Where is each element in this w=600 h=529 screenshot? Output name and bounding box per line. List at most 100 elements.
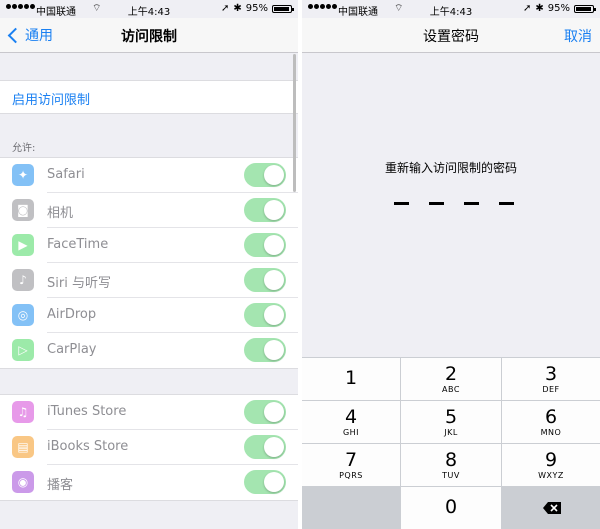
nav-bar: 通用 访问限制 (0, 18, 298, 53)
passcode-digit-slot (429, 202, 444, 205)
nav-bar: 设置密码 取消 (302, 18, 600, 53)
enable-restrictions-label: 启用访问限制 (12, 93, 91, 108)
passcode-entry-field[interactable] (394, 202, 514, 205)
app-row-label: Safari (47, 167, 85, 182)
bluetooth-icon: ✱ (535, 3, 544, 14)
battery-icon (574, 4, 596, 13)
itunes-icon: ♫ (12, 401, 34, 423)
allow-toggle[interactable] (244, 303, 286, 327)
key-letters: JKL (444, 428, 458, 437)
app-row-label: FaceTime (47, 237, 109, 252)
key-8[interactable]: 8 TUV (401, 444, 501, 486)
app-row: ▷ CarPlay (0, 333, 298, 368)
microphone-icon: ♪ (12, 269, 34, 291)
battery-percent: 95% (547, 3, 570, 14)
key-letters: WXYZ (538, 471, 564, 480)
key-digit: 9 (544, 449, 558, 471)
passcode-prompt: 重新输入访问限制的密码 (384, 161, 517, 175)
app-row: ◎ AirDrop (0, 298, 298, 333)
backspace-icon (543, 502, 561, 514)
allow-toggle[interactable] (244, 470, 286, 494)
app-row-label: Siri 与听写 (47, 276, 111, 291)
status-bar: 中国联通 ⌔ 上午4:43 ➚ ✱ 95% (0, 0, 298, 18)
blank-key (302, 487, 400, 529)
key-5[interactable]: 5 JKL (401, 401, 501, 443)
key-digit: 8 (444, 449, 458, 471)
key-letters: GHI (342, 428, 360, 437)
key-digit: 7 (344, 449, 358, 471)
app-row-label: 相机 (47, 206, 74, 221)
key-digit: 1 (344, 367, 358, 389)
key-7[interactable]: 7 PQRS (302, 444, 400, 486)
passcode-digit-slot (499, 202, 514, 205)
key-letters: MNO (540, 428, 562, 437)
app-row: ◙ 相机 (0, 193, 298, 228)
toggle-knob (264, 340, 284, 360)
delete-button[interactable] (502, 487, 600, 529)
key-3[interactable]: 3 DEF (502, 358, 600, 400)
set-passcode-screen: 中国联通 ⌔ 上午4:43 ➚ ✱ 95% 设置密码 取消 重新输入访问限制的密… (302, 0, 600, 529)
passcode-digit-slot (394, 202, 409, 205)
allow-section-label: 允许: (12, 143, 36, 154)
app-row-label: iTunes Store (47, 404, 127, 419)
app-row-label: AirDrop (47, 307, 97, 322)
allow-toggle[interactable] (244, 435, 286, 459)
key-6[interactable]: 6 MNO (502, 401, 600, 443)
status-bar: 中国联通 ⌔ 上午4:43 ➚ ✱ 95% (302, 0, 600, 18)
facetime-icon: ▶ (12, 234, 34, 256)
key-digit: 3 (544, 363, 558, 385)
passcode-digit-slot (464, 202, 479, 205)
airdrop-icon: ◎ (12, 304, 34, 326)
key-letters: TUV (442, 471, 460, 480)
scrollbar[interactable] (293, 54, 296, 192)
ibooks-icon: ▤ (12, 436, 34, 458)
battery-percent: 95% (245, 3, 268, 14)
toggle-knob (264, 270, 284, 290)
enable-restrictions-button[interactable]: 启用访问限制 (0, 80, 298, 114)
app-row-label: 播客 (47, 478, 74, 493)
bluetooth-icon: ✱ (233, 3, 242, 14)
app-row: ♪ Siri 与听写 (0, 263, 298, 298)
toggle-knob (264, 305, 284, 325)
toggle-knob (264, 200, 284, 220)
key-digit: 6 (544, 406, 558, 428)
key-9[interactable]: 9 WXYZ (502, 444, 600, 486)
key-4[interactable]: 4 GHI (302, 401, 400, 443)
app-row-label: iBooks Store (47, 439, 129, 454)
carplay-icon: ▷ (12, 339, 34, 361)
key-letters: PQRS (339, 471, 363, 480)
toggle-knob (264, 235, 284, 255)
allow-toggle[interactable] (244, 400, 286, 424)
allow-toggle[interactable] (244, 198, 286, 222)
allow-toggle[interactable] (244, 163, 286, 187)
allow-toggle[interactable] (244, 233, 286, 257)
podcast-icon: ◉ (12, 471, 34, 493)
app-row-label: CarPlay (47, 342, 97, 357)
toggle-knob (264, 437, 284, 457)
key-letters: ABC (442, 385, 460, 394)
page-title: 访问限制 (121, 29, 177, 45)
app-row: ▶ FaceTime (0, 228, 298, 263)
restrictions-screen: 中国联通 ⌔ 上午4:43 ➚ ✱ 95% 通用 访问限制 启用访问限制 允许:… (0, 0, 298, 529)
app-row: ◉ 播客 (0, 465, 298, 500)
key-0[interactable]: 0 (401, 487, 501, 529)
battery-icon (272, 4, 294, 13)
key-1[interactable]: 1 (302, 358, 400, 400)
key-2[interactable]: 2 ABC (401, 358, 501, 400)
location-icon: ➚ (522, 3, 532, 14)
key-digit: 0 (444, 496, 458, 518)
toggle-knob (264, 472, 284, 492)
key-letters: DEF (542, 385, 560, 394)
toggle-knob (264, 402, 284, 422)
location-icon: ➚ (220, 3, 230, 14)
numeric-keypad: 1 2 ABC 3 DEF 4 GHI 5 JKL 6 MNO 7 PQRS 8 TUV 9 WXYZ 0 (302, 357, 600, 529)
store-apps-group: ♫ iTunes Store ▤ iBooks Store ◉ 播客 (0, 394, 298, 501)
app-row: ▤ iBooks Store (0, 430, 298, 465)
cancel-button[interactable]: 取消 (564, 26, 592, 46)
key-digit: 5 (444, 406, 458, 428)
app-row: ✦ Safari (0, 158, 298, 193)
allow-toggle[interactable] (244, 338, 286, 362)
allow-toggle[interactable] (244, 268, 286, 292)
toggle-knob (264, 165, 284, 185)
app-row: ♫ iTunes Store (0, 395, 298, 430)
